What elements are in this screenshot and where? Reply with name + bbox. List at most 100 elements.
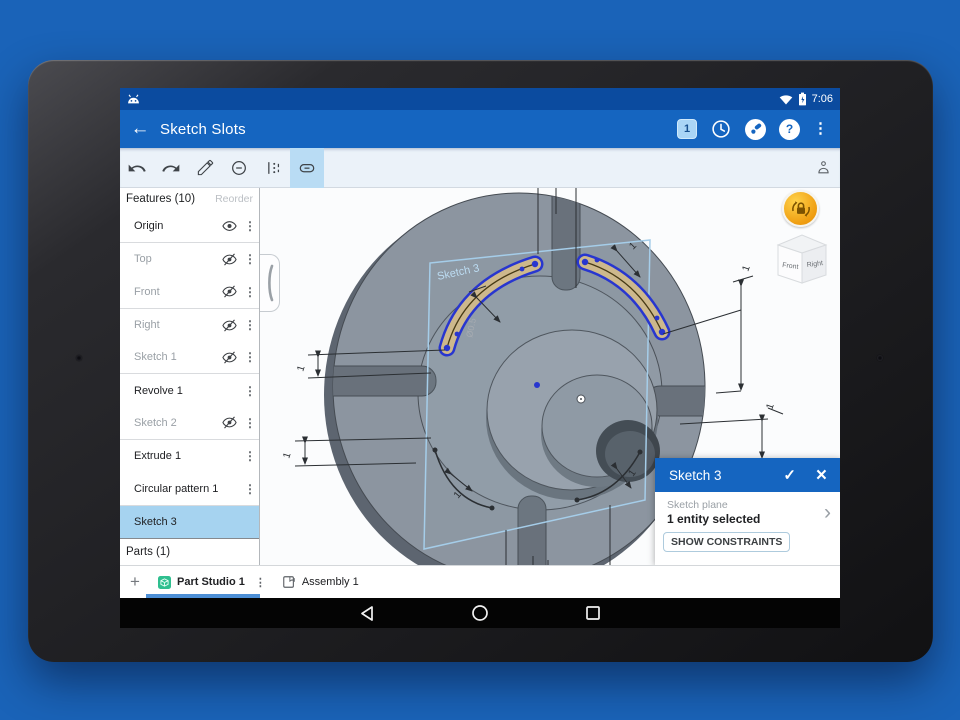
- redo-button[interactable]: [154, 148, 188, 188]
- question-mark-icon: ?: [785, 122, 794, 136]
- nav-back-button[interactable]: [347, 598, 387, 628]
- svg-text:1: 1: [295, 364, 307, 373]
- feature-row-sketch3-selected[interactable]: Sketch 3: [120, 505, 259, 538]
- share-feedback-button[interactable]: [745, 118, 766, 140]
- status-bar: 7:06: [120, 88, 840, 110]
- visibility-eye-off-icon[interactable]: [217, 285, 241, 298]
- visibility-eye-off-icon[interactable]: [217, 351, 241, 364]
- view-cube[interactable]: Front Right: [770, 230, 834, 286]
- feature-menu-button[interactable]: ⋮: [241, 252, 259, 266]
- feature-row-sketch2[interactable]: Sketch 2 ⋮: [120, 407, 259, 441]
- main-area: Sketch 3 Ø0.5 1 1 1 1 1 1 1 Front Right …: [120, 188, 840, 598]
- pencil-icon: [197, 159, 213, 176]
- parts-header-label: Parts (1): [126, 545, 171, 558]
- document-tab-bar: + Part Studio 1 ⋮ Assembly 1: [120, 565, 840, 598]
- feature-row-circular-pattern1[interactable]: Circular pattern 1 ⋮: [120, 472, 259, 506]
- overflow-menu-button[interactable]: ⋮: [813, 121, 828, 136]
- constraint-icon: [268, 161, 280, 174]
- visibility-eye-icon[interactable]: [217, 220, 241, 232]
- chevron-right-icon[interactable]: ›: [824, 502, 833, 523]
- feature-row-front[interactable]: Front ⋮: [120, 276, 259, 309]
- parts-section-header[interactable]: Parts (1): [120, 537, 259, 565]
- nav-recents-button[interactable]: [573, 598, 613, 628]
- visibility-eye-off-icon[interactable]: [217, 319, 241, 332]
- features-header: Features (10): [126, 193, 196, 205]
- feature-row-extrude1[interactable]: Extrude 1 ⋮: [120, 440, 259, 472]
- features-panel: Features (10) Reorder Origin ⋮ Top ⋮ Fro…: [120, 188, 260, 565]
- circle-slot-icon: [232, 160, 246, 175]
- orientation-lock-button[interactable]: [782, 190, 819, 227]
- sketch-toolbar: [120, 147, 840, 188]
- battery-charging-icon: [798, 92, 806, 106]
- tablet-device: 7:06 ← Sketch Slots 1 ? ⋮ Sketch 3 Ø0.5 …: [28, 60, 933, 662]
- tab-menu-button[interactable]: ⋮: [255, 576, 266, 589]
- feature-menu-button[interactable]: ⋮: [241, 285, 259, 299]
- constraint-dimension-button[interactable]: [256, 148, 290, 188]
- sketch-origin-point[interactable]: [534, 382, 540, 388]
- history-clock-icon[interactable]: [710, 118, 732, 140]
- sketch-dialog: Sketch 3 ✓ × Sketch plane 1 entity selec…: [655, 458, 840, 565]
- feature-row-sketch1[interactable]: Sketch 1 ⋮: [120, 341, 259, 375]
- lock-rotate-icon: [791, 200, 810, 217]
- feature-label: Extrude 1: [134, 450, 182, 463]
- tab-label: Assembly 1: [301, 576, 359, 588]
- visibility-eye-off-icon[interactable]: [217, 253, 241, 266]
- tablet-screen: 7:06 ← Sketch Slots 1 ? ⋮ Sketch 3 Ø0.5 …: [120, 88, 840, 628]
- tab-part-studio-1[interactable]: Part Studio 1 ⋮: [146, 566, 274, 598]
- tab-assembly-1[interactable]: Assembly 1: [274, 566, 367, 598]
- feature-row-origin[interactable]: Origin ⋮: [120, 210, 259, 244]
- assembly-icon: [283, 576, 295, 588]
- undo-icon: [128, 164, 146, 172]
- feature-menu-button[interactable]: ⋮: [241, 318, 259, 332]
- feature-label: Sketch 1: [134, 351, 177, 364]
- field-value: 1 entity selected: [667, 512, 761, 526]
- sketch-pencil-button[interactable]: [188, 148, 222, 188]
- dialog-header: Sketch 3 ✓ ×: [655, 458, 840, 492]
- sketch-plane-field[interactable]: Sketch plane 1 entity selected ›: [655, 492, 840, 526]
- feature-menu-button[interactable]: ⋮: [241, 384, 259, 398]
- feature-menu-button[interactable]: ⋮: [241, 449, 259, 463]
- recents-square-icon: [586, 606, 600, 620]
- feature-label: Revolve 1: [134, 384, 183, 397]
- feature-label: Right: [134, 319, 160, 332]
- app-bar: ← Sketch Slots 1 ? ⋮: [120, 110, 840, 148]
- feature-row-right[interactable]: Right ⋮: [120, 309, 259, 341]
- dialog-title: Sketch 3: [669, 467, 722, 483]
- add-tab-button[interactable]: +: [120, 572, 150, 592]
- circle-tool-button[interactable]: [222, 148, 256, 188]
- svg-text:1: 1: [281, 451, 293, 460]
- nav-home-button[interactable]: [460, 598, 500, 628]
- feature-menu-button[interactable]: ⋮: [241, 482, 259, 496]
- help-button[interactable]: ?: [779, 118, 800, 140]
- feature-menu-button[interactable]: ⋮: [241, 416, 259, 430]
- feature-menu-button[interactable]: ⋮: [241, 350, 259, 364]
- appearance-person-button[interactable]: [806, 148, 840, 188]
- panel-drawer-handle[interactable]: [260, 254, 280, 312]
- feature-label: Top: [134, 253, 152, 266]
- feature-label: Origin: [134, 220, 164, 233]
- feature-row-top[interactable]: Top ⋮: [120, 243, 259, 275]
- visibility-eye-off-icon[interactable]: [217, 416, 241, 429]
- home-circle-icon: [472, 605, 488, 621]
- front-camera-right: [877, 355, 883, 361]
- undo-button[interactable]: [120, 148, 154, 188]
- svg-text:1: 1: [764, 402, 776, 411]
- handle-grip-icon: [267, 264, 273, 302]
- accept-check-button[interactable]: ✓: [783, 466, 796, 484]
- feature-row-revolve1[interactable]: Revolve 1 ⋮: [120, 374, 259, 406]
- redo-icon: [162, 164, 180, 172]
- reorder-button[interactable]: Reorder: [215, 193, 253, 205]
- front-camera-left: [76, 355, 82, 361]
- svg-text:1: 1: [740, 264, 752, 273]
- close-x-button[interactable]: ×: [816, 466, 827, 485]
- view-cube-graphic: Front Right: [776, 234, 828, 284]
- feature-menu-button[interactable]: ⋮: [241, 219, 259, 233]
- feature-label: Sketch 2: [134, 416, 177, 429]
- android-nav-bar: [120, 598, 840, 628]
- document-count-badge[interactable]: 1: [677, 119, 697, 139]
- field-label: Sketch plane: [667, 499, 728, 511]
- show-constraints-button[interactable]: SHOW CONSTRAINTS: [663, 532, 791, 552]
- slot-tool-button-active[interactable]: [290, 147, 324, 188]
- back-button[interactable]: ←: [120, 110, 160, 148]
- feature-label: Circular pattern 1: [134, 482, 219, 495]
